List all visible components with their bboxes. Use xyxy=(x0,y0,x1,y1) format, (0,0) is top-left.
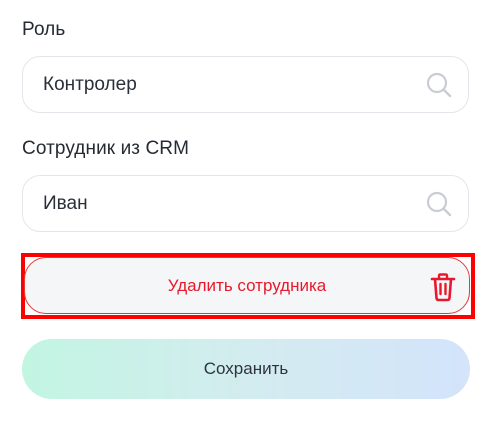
employee-field[interactable]: Иван xyxy=(22,175,469,232)
save-label: Сохранить xyxy=(203,359,289,378)
delete-employee-label: Удалить сотрудника xyxy=(167,275,327,295)
delete-employee-button[interactable]: Удалить сотрудника xyxy=(24,257,470,314)
employee-form: Роль Контролер Сотрудник из CRM Иван Уда… xyxy=(0,0,499,428)
role-value: Контролер xyxy=(43,73,137,95)
search-icon[interactable] xyxy=(424,189,454,219)
trash-icon xyxy=(429,272,457,302)
role-field[interactable]: Контролер xyxy=(22,56,469,113)
role-label: Роль xyxy=(22,19,66,40)
save-button[interactable]: Сохранить xyxy=(22,339,470,399)
search-icon[interactable] xyxy=(424,70,454,100)
employee-label: Сотрудник из CRM xyxy=(22,138,190,159)
employee-value: Иван xyxy=(43,192,88,214)
